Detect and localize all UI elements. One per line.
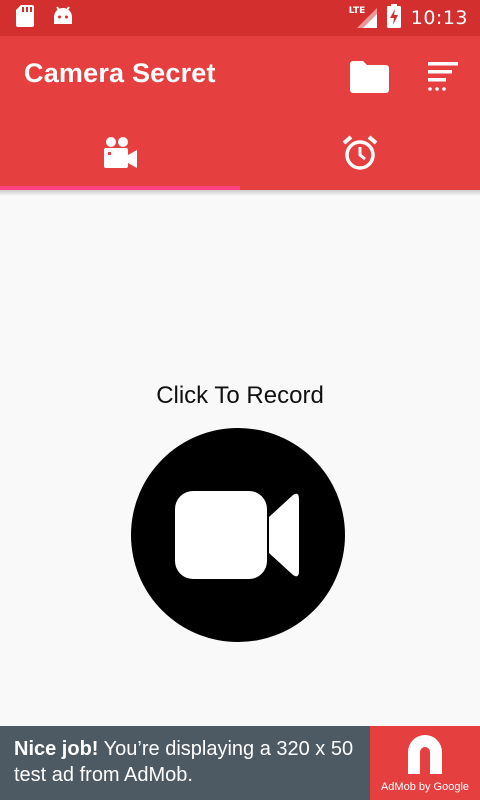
record-label: Click To Record — [156, 382, 324, 409]
admob-brand-label: AdMob by Google — [380, 781, 470, 793]
folder-button[interactable] — [348, 56, 392, 96]
app-title: Camera Secret — [24, 58, 216, 88]
toolbar: Camera Secret — [0, 36, 480, 116]
sort-menu-button[interactable] — [426, 56, 462, 96]
video-camera-icon — [175, 491, 299, 579]
tab-bar-shadow — [0, 190, 480, 196]
admob-logo-box: AdMob by Google — [370, 726, 480, 800]
clock-time: 10:13 — [410, 7, 468, 29]
battery-charging-icon — [386, 4, 401, 32]
folder-icon — [350, 61, 389, 93]
admob-logo-icon — [404, 734, 446, 782]
network-type-label: LTE — [348, 6, 366, 16]
ad-headline: Nice job! — [14, 738, 99, 760]
android-icon — [52, 6, 74, 30]
tab-video-recorder[interactable] — [0, 116, 240, 190]
sort-lines-icon — [428, 62, 458, 91]
ad-text: Nice job! You’re displaying a 320 x 50 t… — [14, 736, 364, 788]
tab-bar — [0, 116, 480, 190]
record-button[interactable] — [131, 428, 345, 642]
lte-signal-icon: LTE — [349, 6, 377, 30]
status-bar: LTE 10:13 — [0, 0, 480, 36]
sd-card-icon — [16, 5, 34, 31]
tab-scheduler[interactable] — [240, 116, 480, 190]
alarm-clock-icon — [342, 135, 378, 170]
ad-banner[interactable]: Nice job! You’re displaying a 320 x 50 t… — [0, 726, 480, 800]
video-camera-icon — [104, 137, 137, 168]
